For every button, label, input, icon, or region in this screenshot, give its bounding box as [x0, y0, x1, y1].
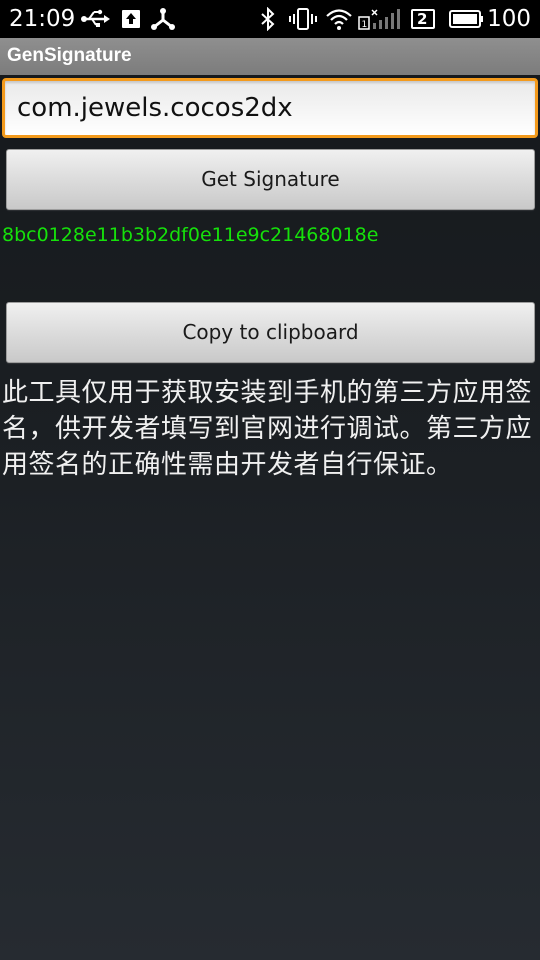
- status-time: 21:09: [9, 6, 76, 32]
- sim1-signal-icon: 1: [358, 9, 400, 30]
- app-title-bar: GenSignature: [0, 38, 540, 75]
- battery-level: 100: [487, 6, 531, 32]
- status-bar: 21:09 1 2 100: [0, 0, 540, 38]
- package-name-input[interactable]: [2, 78, 538, 138]
- copy-to-clipboard-button[interactable]: Copy to clipboard: [6, 302, 535, 363]
- battery-icon: [449, 10, 483, 28]
- app-title: GenSignature: [7, 45, 132, 66]
- usb-icon: [81, 9, 110, 27]
- vibrate-icon: [289, 8, 317, 30]
- upload-icon: [122, 10, 140, 28]
- bluetooth-icon: [261, 7, 275, 31]
- sim-slot-number: 2: [417, 10, 428, 28]
- svg-text:1: 1: [362, 20, 368, 30]
- get-signature-button[interactable]: Get Signature: [6, 149, 535, 210]
- tool-description: 此工具仅用于获取安装到手机的第三方应用签名，供开发者填写到官网进行调试。第三方应…: [2, 378, 533, 480]
- share-node-icon: [151, 8, 175, 30]
- signature-result: 8bc0128e11b3b2df0e11e9c21468018e: [2, 224, 379, 246]
- wifi-icon: [326, 9, 352, 30]
